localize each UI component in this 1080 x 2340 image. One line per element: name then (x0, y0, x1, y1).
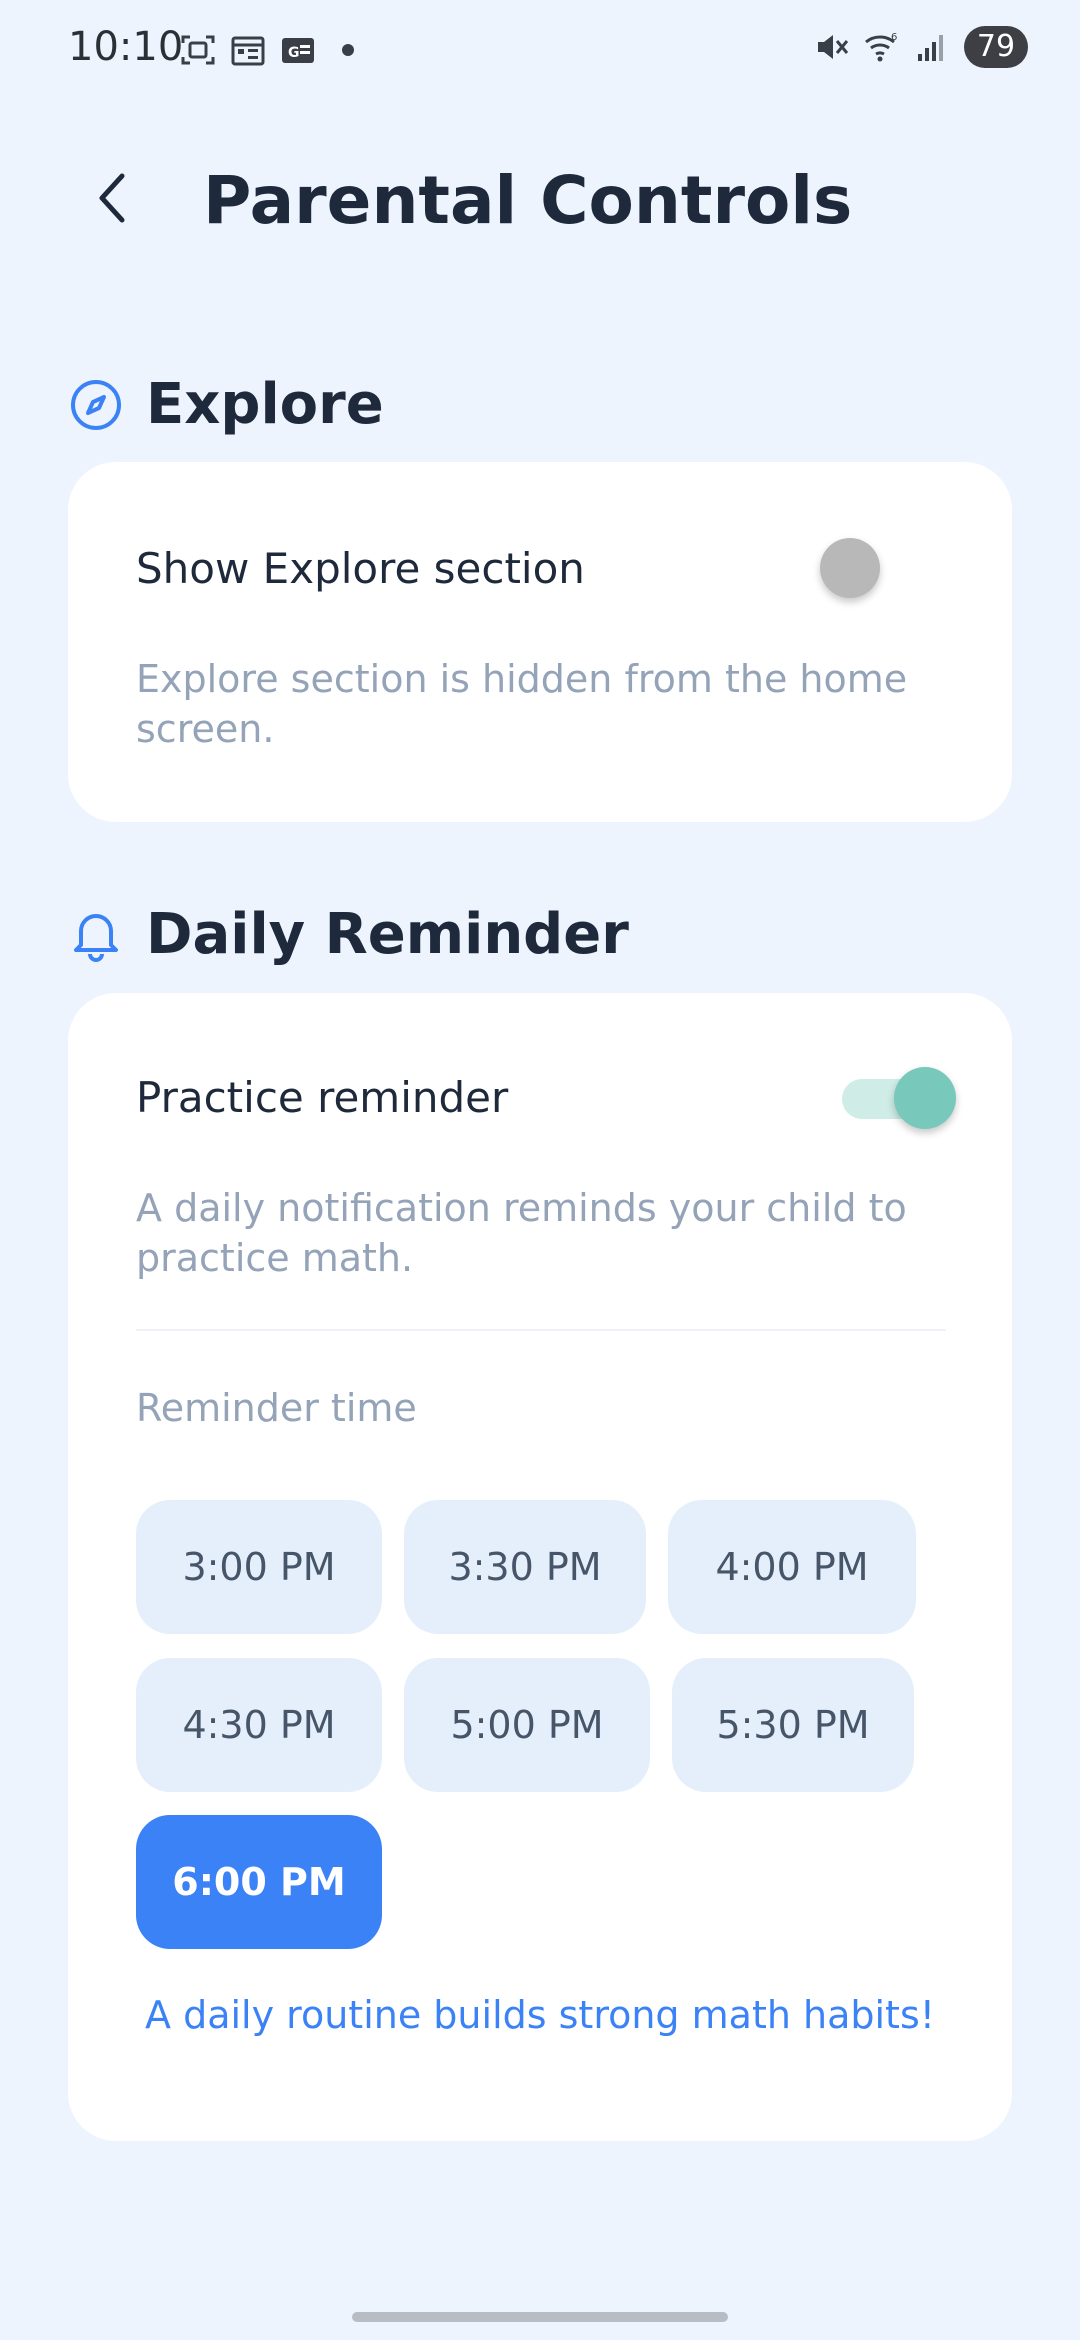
practice-reminder-toggle[interactable] (842, 1067, 972, 1131)
screenshot-icon (181, 35, 215, 65)
mute-icon (818, 35, 849, 59)
status-bar: 10:10 G 6 79 (0, 0, 1080, 100)
daily-reminder-title: Daily Reminder (146, 902, 629, 967)
time-chip-330[interactable]: 3:30 PM (404, 1500, 646, 1634)
practice-reminder-label: Practice reminder (136, 1073, 509, 1122)
divider (136, 1329, 946, 1331)
notification-dot (342, 44, 354, 56)
time-chip-500[interactable]: 5:00 PM (404, 1658, 650, 1792)
page-title: Parental Controls (203, 162, 853, 239)
time-chip-400[interactable]: 4:00 PM (668, 1500, 916, 1634)
show-explore-toggle[interactable] (820, 538, 930, 598)
daily-reminder-card: Practice reminder A daily notification r… (68, 993, 1012, 2141)
toggle-knob (894, 1067, 956, 1129)
signal-icon (918, 35, 943, 61)
time-chip-600-selected[interactable]: 6:00 PM (136, 1815, 382, 1949)
svg-text:6: 6 (891, 32, 897, 43)
time-chip-300[interactable]: 3:00 PM (136, 1500, 382, 1634)
explore-card: Show Explore section Explore section is … (68, 462, 1012, 822)
status-icons-left: G (180, 33, 354, 67)
practice-reminder-description: A daily notification reminds your child … (136, 1186, 907, 1280)
home-indicator[interactable] (352, 2312, 728, 2322)
time-chip-530[interactable]: 5:30 PM (672, 1658, 914, 1792)
time-chip-430[interactable]: 4:30 PM (136, 1658, 382, 1792)
footer-note: A daily routine builds strong math habit… (145, 1993, 935, 2037)
bell-icon (68, 907, 124, 963)
parental-controls-screen: 10:10 G 6 79 Parental Controls Explore S… (0, 0, 1080, 2340)
svg-text:G: G (288, 45, 300, 61)
reminder-time-label: Reminder time (136, 1386, 417, 1430)
status-time: 10:10 (68, 24, 184, 70)
calendar-icon (231, 36, 265, 66)
compass-icon (68, 377, 124, 433)
battery-indicator: 79 (964, 26, 1028, 68)
show-explore-label: Show Explore section (136, 544, 585, 593)
explore-section-header: Explore (68, 372, 384, 437)
explore-description: Explore section is hidden from the home … (136, 657, 908, 751)
news-icon: G (282, 38, 314, 63)
explore-title: Explore (146, 372, 384, 437)
wifi-icon: 6 (865, 32, 897, 62)
toggle-knob (820, 538, 880, 598)
daily-reminder-section-header: Daily Reminder (68, 902, 629, 967)
chevron-left-icon (99, 173, 125, 223)
status-icons-right: 6 79 (814, 26, 1028, 68)
back-button[interactable] (82, 162, 142, 234)
